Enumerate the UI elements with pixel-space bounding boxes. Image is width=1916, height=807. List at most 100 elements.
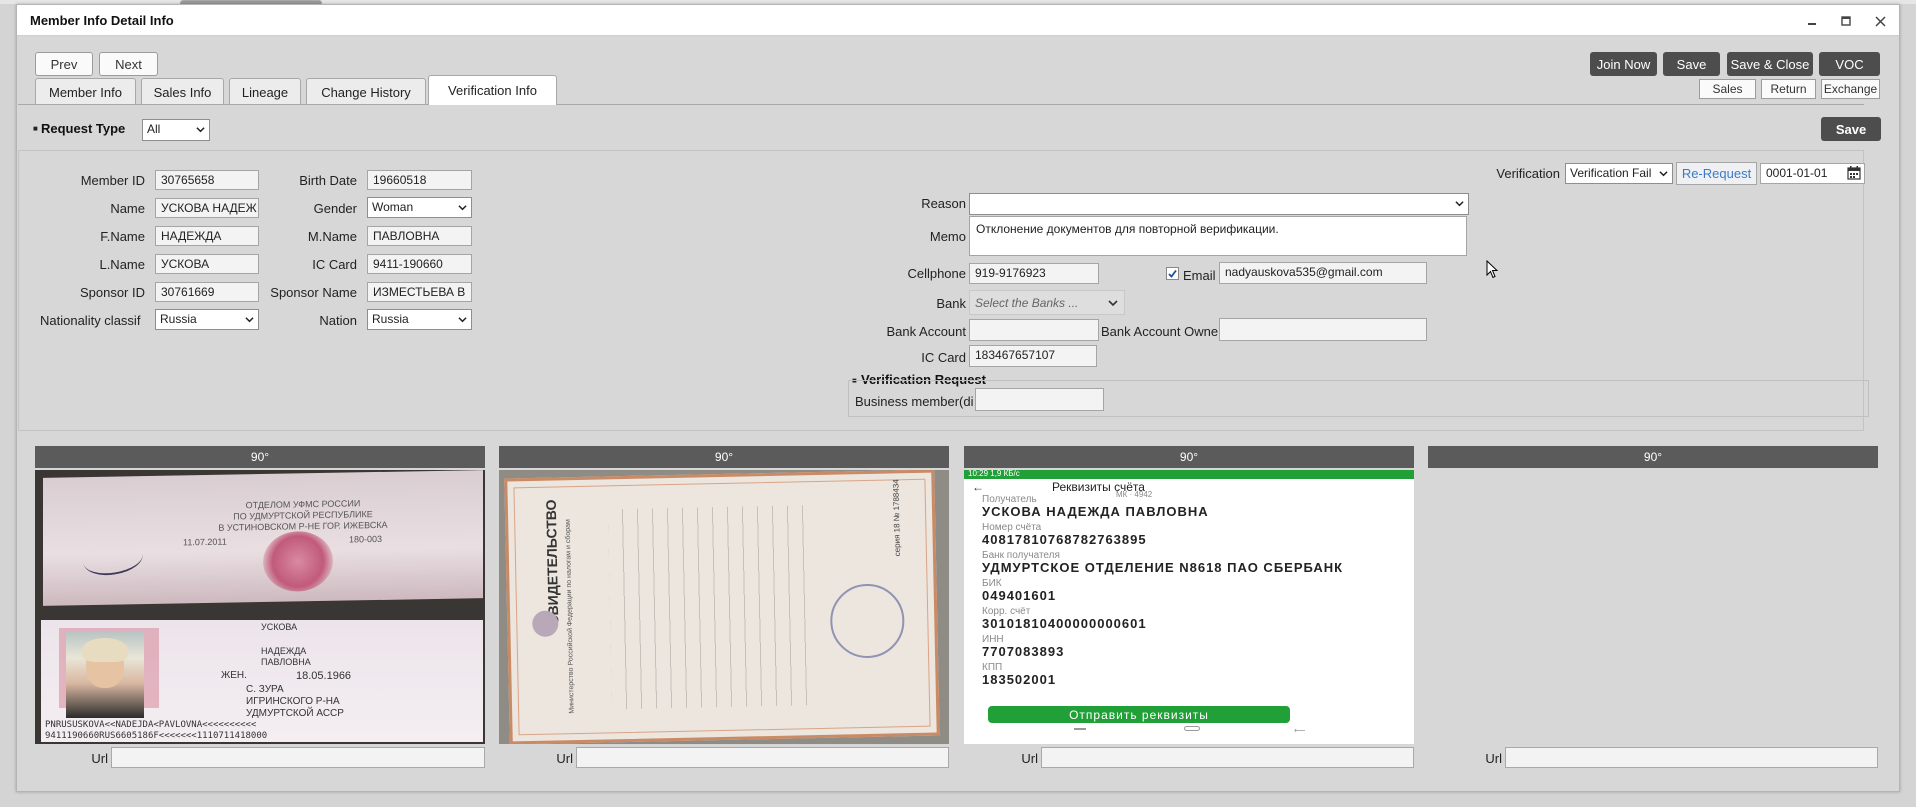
join-now-button[interactable]: Join Now [1590,52,1657,76]
close-icon[interactable] [1872,13,1888,29]
bank-account-owner-label: Bank Account Owne [1101,324,1218,339]
request-type-select[interactable]: All [142,119,210,141]
certificate-serial: серия 18 № 1788434 [891,479,902,557]
request-save-button[interactable]: Save [1821,117,1881,141]
reason-label: Reason [921,196,966,211]
sponsor-id-field[interactable]: 30761669 [155,282,259,302]
chevron-down-icon [1108,300,1118,307]
mouse-cursor-icon [1486,259,1499,282]
tab-underline [18,104,1864,105]
url-field-4[interactable] [1505,747,1878,768]
member-id-field[interactable]: 30765658 [155,170,259,190]
bank-placeholder: Select the Banks ... [975,296,1079,310]
bank-fields-list: Получатель УСКОВА НАДЕЖДА ПАВЛОВНА Номер с… [982,494,1402,690]
sponsor-id-label: Sponsor ID [79,285,145,300]
chevron-down-icon [1659,171,1668,177]
bank-field-value: 183502001 [982,672,1057,687]
save-close-button[interactable]: Save & Close [1727,52,1813,76]
memo-label: Memo [929,229,966,244]
nation-value: Russia [372,312,409,326]
verification-ic-card-field[interactable]: 183467657107 [969,345,1097,367]
passport-issue-date: 11.07.2011 [183,536,227,548]
bank-field-row: Банк получателя УДМУРТСКОЕ ОТДЕЛЕНИЕ N861… [982,550,1402,578]
sales-button[interactable]: Sales [1699,79,1756,99]
bank-account-owner-field[interactable] [1219,318,1427,341]
tab-member-info[interactable]: Member Info [35,78,136,105]
cellphone-field[interactable]: 919-9176923 [969,263,1099,284]
tab-sales-info[interactable]: Sales Info [141,78,224,105]
re-request-button[interactable]: Re-Request [1676,162,1757,185]
lname-field[interactable]: УСКОВА [155,254,259,274]
gender-select[interactable]: Woman [367,197,472,218]
url-label-3: Url [1021,751,1038,766]
bank-field-value: УСКОВА НАДЕЖДА ПАВЛОВНА [982,504,1209,519]
voc-button[interactable]: VOC [1819,52,1880,76]
minimize-icon[interactable] [1804,13,1820,29]
tab-verification-info[interactable]: Verification Info [428,75,557,105]
url-label-2: Url [556,751,573,766]
chevron-down-icon [458,317,467,323]
lname-label: L.Name [99,257,145,272]
document-image-certificate[interactable]: СВИДЕТЕЛЬСТВО Министерство Российской Фе… [499,470,949,744]
nationality-label: Nationality classif [40,313,141,328]
url-field-2[interactable] [576,747,949,768]
checkmark-icon [1168,269,1177,278]
verification-status-select[interactable]: Verification Fail [1565,163,1673,184]
email-checkbox[interactable] [1166,267,1179,280]
nav-back-icon: ⟵ [1294,726,1306,735]
memo-textarea[interactable]: Отклонение документов для повторной вери… [969,216,1467,256]
bank-field-row: Корр. счёт 30101810400000000601 [982,606,1402,634]
window-title: Member Info Detail Info [30,13,174,28]
fname-field[interactable]: НАДЕЖДА [155,226,259,246]
document-image-empty [1428,470,1878,744]
passport-place-line: С. ЗУРА [246,684,284,695]
nationality-select[interactable]: Russia [155,309,259,330]
name-field[interactable]: УСКОВА НАДЕЖ [155,198,259,218]
rotate-button-2[interactable]: 90° [499,446,949,468]
url-field-3[interactable] [1041,747,1414,768]
rotate-button-4[interactable]: 90° [1428,446,1878,468]
calendar-icon[interactable] [1847,166,1861,180]
url-label-1: Url [91,751,108,766]
rotate-button-3[interactable]: 90° [964,446,1414,468]
save-button[interactable]: Save [1663,52,1720,76]
birth-date-label: Birth Date [299,173,357,188]
verification-status-value: Verification Fail [1570,166,1652,180]
rotate-button-1[interactable]: 90° [35,446,485,468]
return-button[interactable]: Return [1761,79,1816,99]
sponsor-name-field[interactable]: ИЗМЕСТЬЕВА В [367,282,472,302]
passport-photo [66,632,144,718]
stamp-seal [263,530,333,592]
email-field[interactable]: nadyauskova535@gmail.com [1219,262,1427,284]
tab-change-history[interactable]: Change History [306,78,426,105]
passport-given-name: НАДЕЖДА [261,646,307,656]
document-image-bank-details[interactable]: 10:29 1,9 КБ/с ← Реквизиты счёта МК · 49… [964,470,1414,744]
phone-status-text: 10:29 1,9 КБ/с [968,470,1020,478]
tab-lineage[interactable]: Lineage [229,78,301,105]
url-field-1[interactable] [111,747,485,768]
verification-label: Verification [1496,166,1560,181]
ic-card-field[interactable]: 9411-190660 [367,254,472,274]
passport-code: 180-003 [349,533,383,545]
nav-home-icon [1184,726,1200,731]
bank-select[interactable]: Select the Banks ... [969,290,1125,315]
maximize-icon[interactable] [1838,13,1854,29]
business-member-field[interactable] [975,388,1104,411]
title-bar: Member Info Detail Info [17,5,1899,36]
nation-label: Nation [319,313,357,328]
exchange-button[interactable]: Exchange [1821,79,1880,99]
next-button[interactable]: Next [99,52,158,76]
reason-select[interactable] [969,193,1469,215]
bank-field-row: ИНН 7707083893 [982,634,1402,662]
prev-button[interactable]: Prev [35,52,93,76]
bank-field-row: Номер счёта 40817810768782763895 [982,522,1402,550]
document-image-passport[interactable]: ОТДЕЛОМ УФМС РОССИИ ПО УДМУРТСКОЙ РЕСПУБ… [35,470,485,744]
mname-field[interactable]: ПАВЛОВНА [367,226,472,246]
bank-account-field[interactable] [969,319,1099,341]
passport-surname: УСКОВА [261,622,298,632]
nation-select[interactable]: Russia [367,309,472,330]
birth-date-field[interactable]: 19660518 [367,170,472,190]
nav-menu-icon [1074,728,1086,730]
passport-place-line: ИГРИНСКОГО Р-НА [246,696,340,707]
chevron-down-icon [196,127,205,133]
